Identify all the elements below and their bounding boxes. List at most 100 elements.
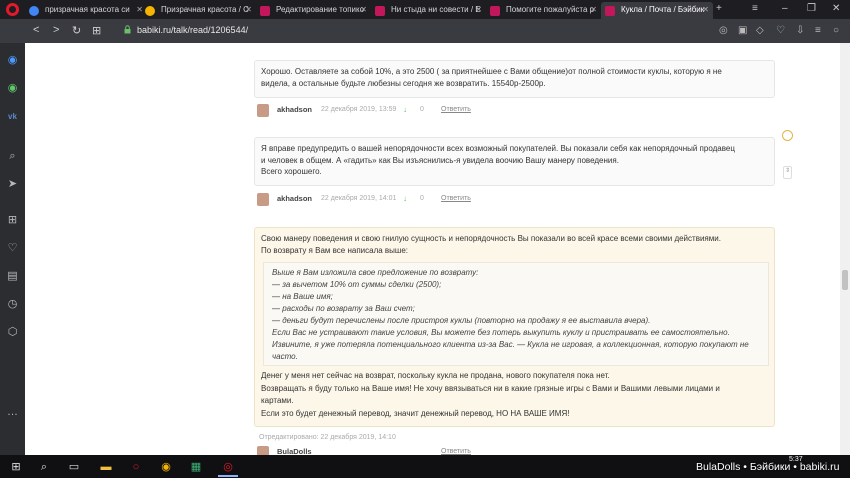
messenger-icon[interactable]: ◉ [6,54,19,67]
chrome-icon [145,6,155,16]
minimize-icon[interactable]: – [782,3,788,14]
close-icon[interactable]: ✕ [590,5,597,14]
close-icon[interactable]: ✕ [245,5,252,14]
file-explorer-icon[interactable]: ▬ [98,459,114,475]
tab-label: Кукла / Почта / Бэйбик [621,5,705,14]
comment-meta: akhadson 22 декабря 2019, 14:01 ↓ 0 Отве… [257,193,557,207]
comment-meta: akhadson 22 декабря 2019, 13:59 ↓ 0 Отве… [257,104,557,118]
tab-bar: призрачная красота си ✕ Призрачная красо… [0,0,850,19]
active-app-indicator [218,475,238,477]
tab-label: призрачная красота си [45,5,130,14]
quote-line: Выше я Вам изложила свое предложение по … [272,268,479,277]
quote-line: — на Ваше имя; [272,292,333,301]
whatsapp-icon[interactable]: ◉ [6,82,19,95]
snapshot-icon[interactable]: ▣ [738,25,747,36]
close-window-icon[interactable]: ✕ [832,3,840,14]
scrollbar-thumb[interactable] [842,270,848,290]
quote-line: Извините, я уже потеряла потенциального … [272,340,749,349]
tab-label: Призрачная красота / С [161,5,249,14]
send-icon[interactable]: ➤ [6,178,19,191]
avatar[interactable] [257,193,269,206]
tab-1[interactable]: призрачная красота си ✕ [25,2,147,19]
bookmarks-icon[interactable]: ♡ [6,242,19,255]
blockquote: Выше я Вам изложила свое предложение по … [263,262,769,366]
search-icon[interactable]: ⌕ [6,150,19,163]
author-link[interactable]: akhadson [277,194,312,203]
comment-text-line: По возврату я Вам все написала выше: [261,245,408,255]
vote-down-icon[interactable]: ↓ [403,194,407,203]
avatar[interactable] [257,446,269,455]
forward-icon[interactable]: > [53,24,59,36]
comment-meta: BulaDolls Ответить [257,446,557,455]
tab-3[interactable]: Редактирование топико ✕ [256,2,371,19]
avatar[interactable] [257,104,269,117]
opera-icon[interactable]: ○ [128,459,144,475]
comment-text-line: и человек в общем. А «гадить» как Вы изъ… [261,155,619,165]
close-icon[interactable]: ✕ [702,5,709,14]
new-tab-icon[interactable]: + [716,3,722,14]
tab-4[interactable]: Ни стыда ни совести / Е ✕ [371,2,486,19]
extensions-icon[interactable]: ⬡ [6,326,19,339]
reload-icon[interactable]: ↻ [72,24,81,37]
tab-label: Редактирование топико [276,5,365,14]
vk-icon[interactable]: vk [6,110,19,123]
heart-icon[interactable]: ♡ [776,25,785,36]
task-view-icon[interactable]: ▭ [66,459,82,475]
comment-text-line: видела, а остальные будьте любезны сегод… [261,78,546,88]
news-icon[interactable]: ▤ [6,270,19,283]
close-icon[interactable]: ✕ [475,5,482,14]
comment-text-line: Свою манеру поведения и свою гнилую сущн… [261,234,721,243]
chrome-icon[interactable]: ◉ [158,459,174,475]
maximize-icon[interactable]: ❐ [807,3,816,14]
download-icon[interactable]: ⇩ [796,25,804,36]
profile-icon[interactable]: ○ [833,25,839,36]
scroll-up-icon[interactable] [782,130,793,141]
reply-link[interactable]: Ответить [441,106,471,113]
tab-6-active[interactable]: Кукла / Почта / Бэйбик ✕ [601,2,713,19]
opera-active-icon[interactable]: ◎ [220,459,236,475]
speed-dial-icon[interactable]: ⊞ [92,24,101,37]
history-icon[interactable]: ◷ [6,298,19,311]
vote-down-icon[interactable]: ↓ [403,105,407,114]
easy-setup-icon[interactable]: ≡ [815,25,821,36]
quote-line: часто. [272,352,298,361]
comment-date: 22 декабря 2019, 13:59 [321,106,397,113]
comment-date: 22 декабря 2019, 14:01 [321,195,397,202]
menu-icon[interactable]: ≡ [752,3,758,14]
scrollbar[interactable] [840,43,850,455]
quote-line: — расходы по возврату за Ваш счет; [272,304,415,313]
search-icon[interactable]: ⌕ [36,459,52,475]
comment-text-line: картами. [261,396,294,405]
quote-line: Если Вас не устраивают такие условия, Вы… [272,328,730,337]
lock-icon [124,25,131,34]
back-icon[interactable]: < [33,24,39,36]
camera-icon[interactable]: ◎ [719,25,728,36]
google-icon [29,6,39,16]
excel-icon[interactable]: ▦ [188,459,204,475]
tab-label: Помогите пожалуйста р [506,5,595,14]
author-link[interactable]: BulaDolls [277,447,312,455]
site-icon [375,6,385,16]
windows-start-icon[interactable]: ⊞ [8,459,24,475]
comment-outro: Денег у меня нет сейчас на возврат, поск… [261,370,771,420]
url-input[interactable]: babiki.ru/talk/read/1206544/ [137,25,248,35]
quote-line: — за вычетом 10% от суммы сделки (2500); [272,280,442,289]
tab-2[interactable]: Призрачная красота / С ✕ [141,2,256,19]
author-link[interactable]: akhadson [277,105,312,114]
more-icon[interactable]: … [6,406,19,419]
vote-score: 0 [420,106,424,113]
site-icon [490,6,500,16]
comment-text-line: Я вправе предупредить о вашей непорядочн… [261,144,735,153]
shield-icon[interactable]: ◇ [756,25,764,36]
opera-logo-icon[interactable] [6,3,19,16]
tab-5[interactable]: Помогите пожалуйста р ✕ [486,2,601,19]
comment-text-line: Если это будет денежный перевод, значит … [261,408,570,418]
reply-link[interactable]: Ответить [441,195,471,202]
close-icon[interactable]: ✕ [360,5,367,14]
scroll-marker-icon[interactable]: ⇕ [783,166,792,179]
quote-line: — деньги будут перечислены после пристро… [272,316,651,325]
speed-dial-icon[interactable]: ⊞ [6,214,19,227]
site-icon [260,6,270,16]
reply-link[interactable]: Ответить [441,448,471,455]
address-bar: < > ↻ ⊞ babiki.ru/talk/read/1206544/ ◎ ▣… [0,19,850,43]
